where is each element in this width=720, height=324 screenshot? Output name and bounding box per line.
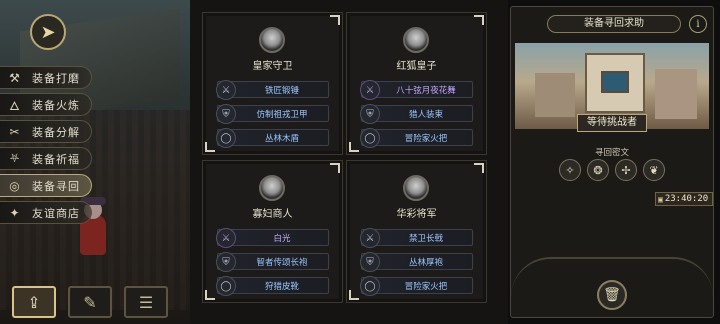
sidebar-menu: ⚒ 装备打磨 🜂 装备火炼 ✂ 装备分解 ⛧ 装备祈福 ◎ 装备寻回 ✦ 友谊商店: [0, 66, 92, 228]
sidebar-item-label: 装备分解: [32, 125, 80, 139]
armor-icon: ⛨: [360, 104, 380, 124]
equipment-name: 八十弦月夜花舞: [396, 86, 456, 96]
sword-icon: ⚔: [216, 80, 236, 100]
character-avatar: [403, 175, 429, 201]
list-icon[interactable]: ☰: [124, 286, 168, 318]
equipment-slot[interactable]: ⛨ 智者传颂长袍: [216, 252, 329, 272]
info-icon[interactable]: i: [689, 15, 707, 33]
character-avatar: [403, 27, 429, 53]
sidebar-item-3[interactable]: ⛧ 装备祈福: [0, 147, 92, 170]
ring-icon: ◯: [216, 276, 236, 296]
equipment-name: 狩猎皮靴: [264, 282, 299, 292]
sidebar-item-label: 装备打磨: [32, 71, 80, 85]
swirl-icon: ◎: [9, 178, 21, 193]
sidebar-item-label: 装备寻回: [32, 179, 80, 193]
feather-icon[interactable]: ✎: [68, 286, 112, 318]
timer-value: 23:40:20: [664, 194, 709, 204]
back-logo-button[interactable]: ➤: [30, 14, 66, 50]
ring-icon: ◯: [216, 128, 236, 148]
sword-icon: ⚔: [360, 80, 380, 100]
character-avatar: [259, 27, 285, 53]
pray-icon: ⛧: [9, 151, 21, 165]
character-name: 寡妇商人: [252, 209, 293, 220]
equipment-name: 智者传颂长袍: [256, 258, 308, 268]
sidebar-item-label: 装备祈福: [32, 152, 80, 166]
sidebar-item-4[interactable]: ◎ 装备寻回: [0, 174, 92, 197]
sidebar-item-0[interactable]: ⚒ 装备打磨: [0, 66, 92, 89]
panel-title: 装备寻回求助: [547, 15, 681, 33]
main-panel: 皇家守卫 ⚔ 铁匠锻锤 ⛨ 仿制祖戎卫甲 ◯ 丛林木盾 红狐皇子 ⚔ 八十弦月夜花舞 ⛨ 猎人装束 ◯ 冒…: [190, 0, 508, 324]
flame-icon: 🜂: [9, 99, 21, 113]
rune-label: 寻回密文: [594, 148, 629, 158]
countdown-timer: ▣ 23:40:20: [655, 192, 713, 206]
hammer-icon: ⚒: [9, 70, 21, 85]
equipment-name: 禁卫长戟: [408, 234, 443, 244]
equipment-name: 铁匠锻锤: [264, 86, 299, 96]
character-name: 华彩将军: [396, 209, 437, 220]
equipment-slot[interactable]: ⚔ 八十弦月夜花舞: [360, 80, 473, 100]
character-name: 皇家守卫: [252, 61, 293, 72]
rune-icon[interactable]: ❦: [643, 159, 665, 181]
equipment-name: 冒险家火把: [404, 282, 448, 292]
lock-icon: ▣: [658, 194, 663, 204]
upload-icon[interactable]: ⇪: [12, 286, 56, 318]
ring-icon: ◯: [360, 276, 380, 296]
armor-icon: ⛨: [216, 104, 236, 124]
character-card[interactable]: 寡妇商人 ⚔ 白光 ⛨ 智者传颂长袍 ◯ 狩猎皮靴: [202, 160, 343, 303]
sword-icon: ⚔: [360, 228, 380, 248]
split-icon: ✂: [9, 124, 21, 139]
equipment-name: 仿制祖戎卫甲: [256, 110, 308, 120]
sword-icon: ⚔: [216, 228, 236, 248]
equipment-slot[interactable]: ⚔ 白光: [216, 228, 329, 248]
equipment-slot[interactable]: ◯ 丛林木盾: [216, 128, 329, 148]
equipment-slot[interactable]: ⛨ 仿制祖戎卫甲: [216, 104, 329, 124]
ring-icon: ◯: [360, 128, 380, 148]
equipment-name: 猎人装束: [408, 110, 443, 120]
rune-list: ✧ ❂ ✢ ❦: [559, 159, 665, 181]
fox-icon: ✦: [9, 205, 21, 220]
sidebar-item-1[interactable]: 🜂 装备火炼: [0, 93, 92, 116]
equipment-name: 丛林厚袍: [408, 258, 443, 268]
rune-icon[interactable]: ✢: [615, 159, 637, 181]
bottom-tabs: ⇪ ✎ ☰: [12, 286, 168, 318]
character-avatar: [259, 175, 285, 201]
equipment-slot[interactable]: ⛨ 丛林厚袍: [360, 252, 473, 272]
rune-icon[interactable]: ✧: [559, 159, 581, 181]
sidebar-item-label: 装备火炼: [32, 98, 80, 112]
equipment-slot[interactable]: ◯ 冒险家火把: [360, 128, 473, 148]
sidebar-item-2[interactable]: ✂ 装备分解: [0, 120, 92, 143]
trash-icon[interactable]: 🗑: [597, 280, 627, 310]
equipment-name: 丛林木盾: [264, 134, 299, 144]
armor-icon: ⛨: [360, 252, 380, 272]
armor-icon: ⛨: [216, 252, 236, 272]
equipment-slot[interactable]: ◯ 狩猎皮靴: [216, 276, 329, 296]
recovery-help-panel: 装备寻回求助 i 等待挑战者 寻回密文 ✧ ❂ ✢ ❦ ▣ 23:40:20 🗑: [510, 6, 714, 318]
character-card[interactable]: 华彩将军 ⚔ 禁卫长戟 ⛨ 丛林厚袍 ◯ 冒险家火把: [346, 160, 487, 303]
equipment-slot[interactable]: ⚔ 铁匠锻锤: [216, 80, 329, 100]
equipment-slot[interactable]: ⚔ 禁卫长戟: [360, 228, 473, 248]
arrow-left-icon: ➤: [40, 21, 56, 43]
equipment-name: 冒险家火把: [404, 134, 448, 144]
sidebar-item-label: 友谊商店: [32, 206, 80, 220]
rune-icon[interactable]: ❂: [587, 159, 609, 181]
equipment-name: 白光: [273, 234, 291, 244]
equipment-slot[interactable]: ⛨ 猎人装束: [360, 104, 473, 124]
sidebar-item-5[interactable]: ✦ 友谊商店: [0, 201, 92, 224]
equipment-slot[interactable]: ◯ 冒险家火把: [360, 276, 473, 296]
waiting-challenger-badge: 等待挑战者: [577, 114, 647, 132]
character-card[interactable]: 皇家守卫 ⚔ 铁匠锻锤 ⛨ 仿制祖戎卫甲 ◯ 丛林木盾: [202, 12, 343, 155]
character-card[interactable]: 红狐皇子 ⚔ 八十弦月夜花舞 ⛨ 猎人装束 ◯ 冒险家火把: [346, 12, 487, 155]
character-name: 红狐皇子: [396, 61, 437, 72]
